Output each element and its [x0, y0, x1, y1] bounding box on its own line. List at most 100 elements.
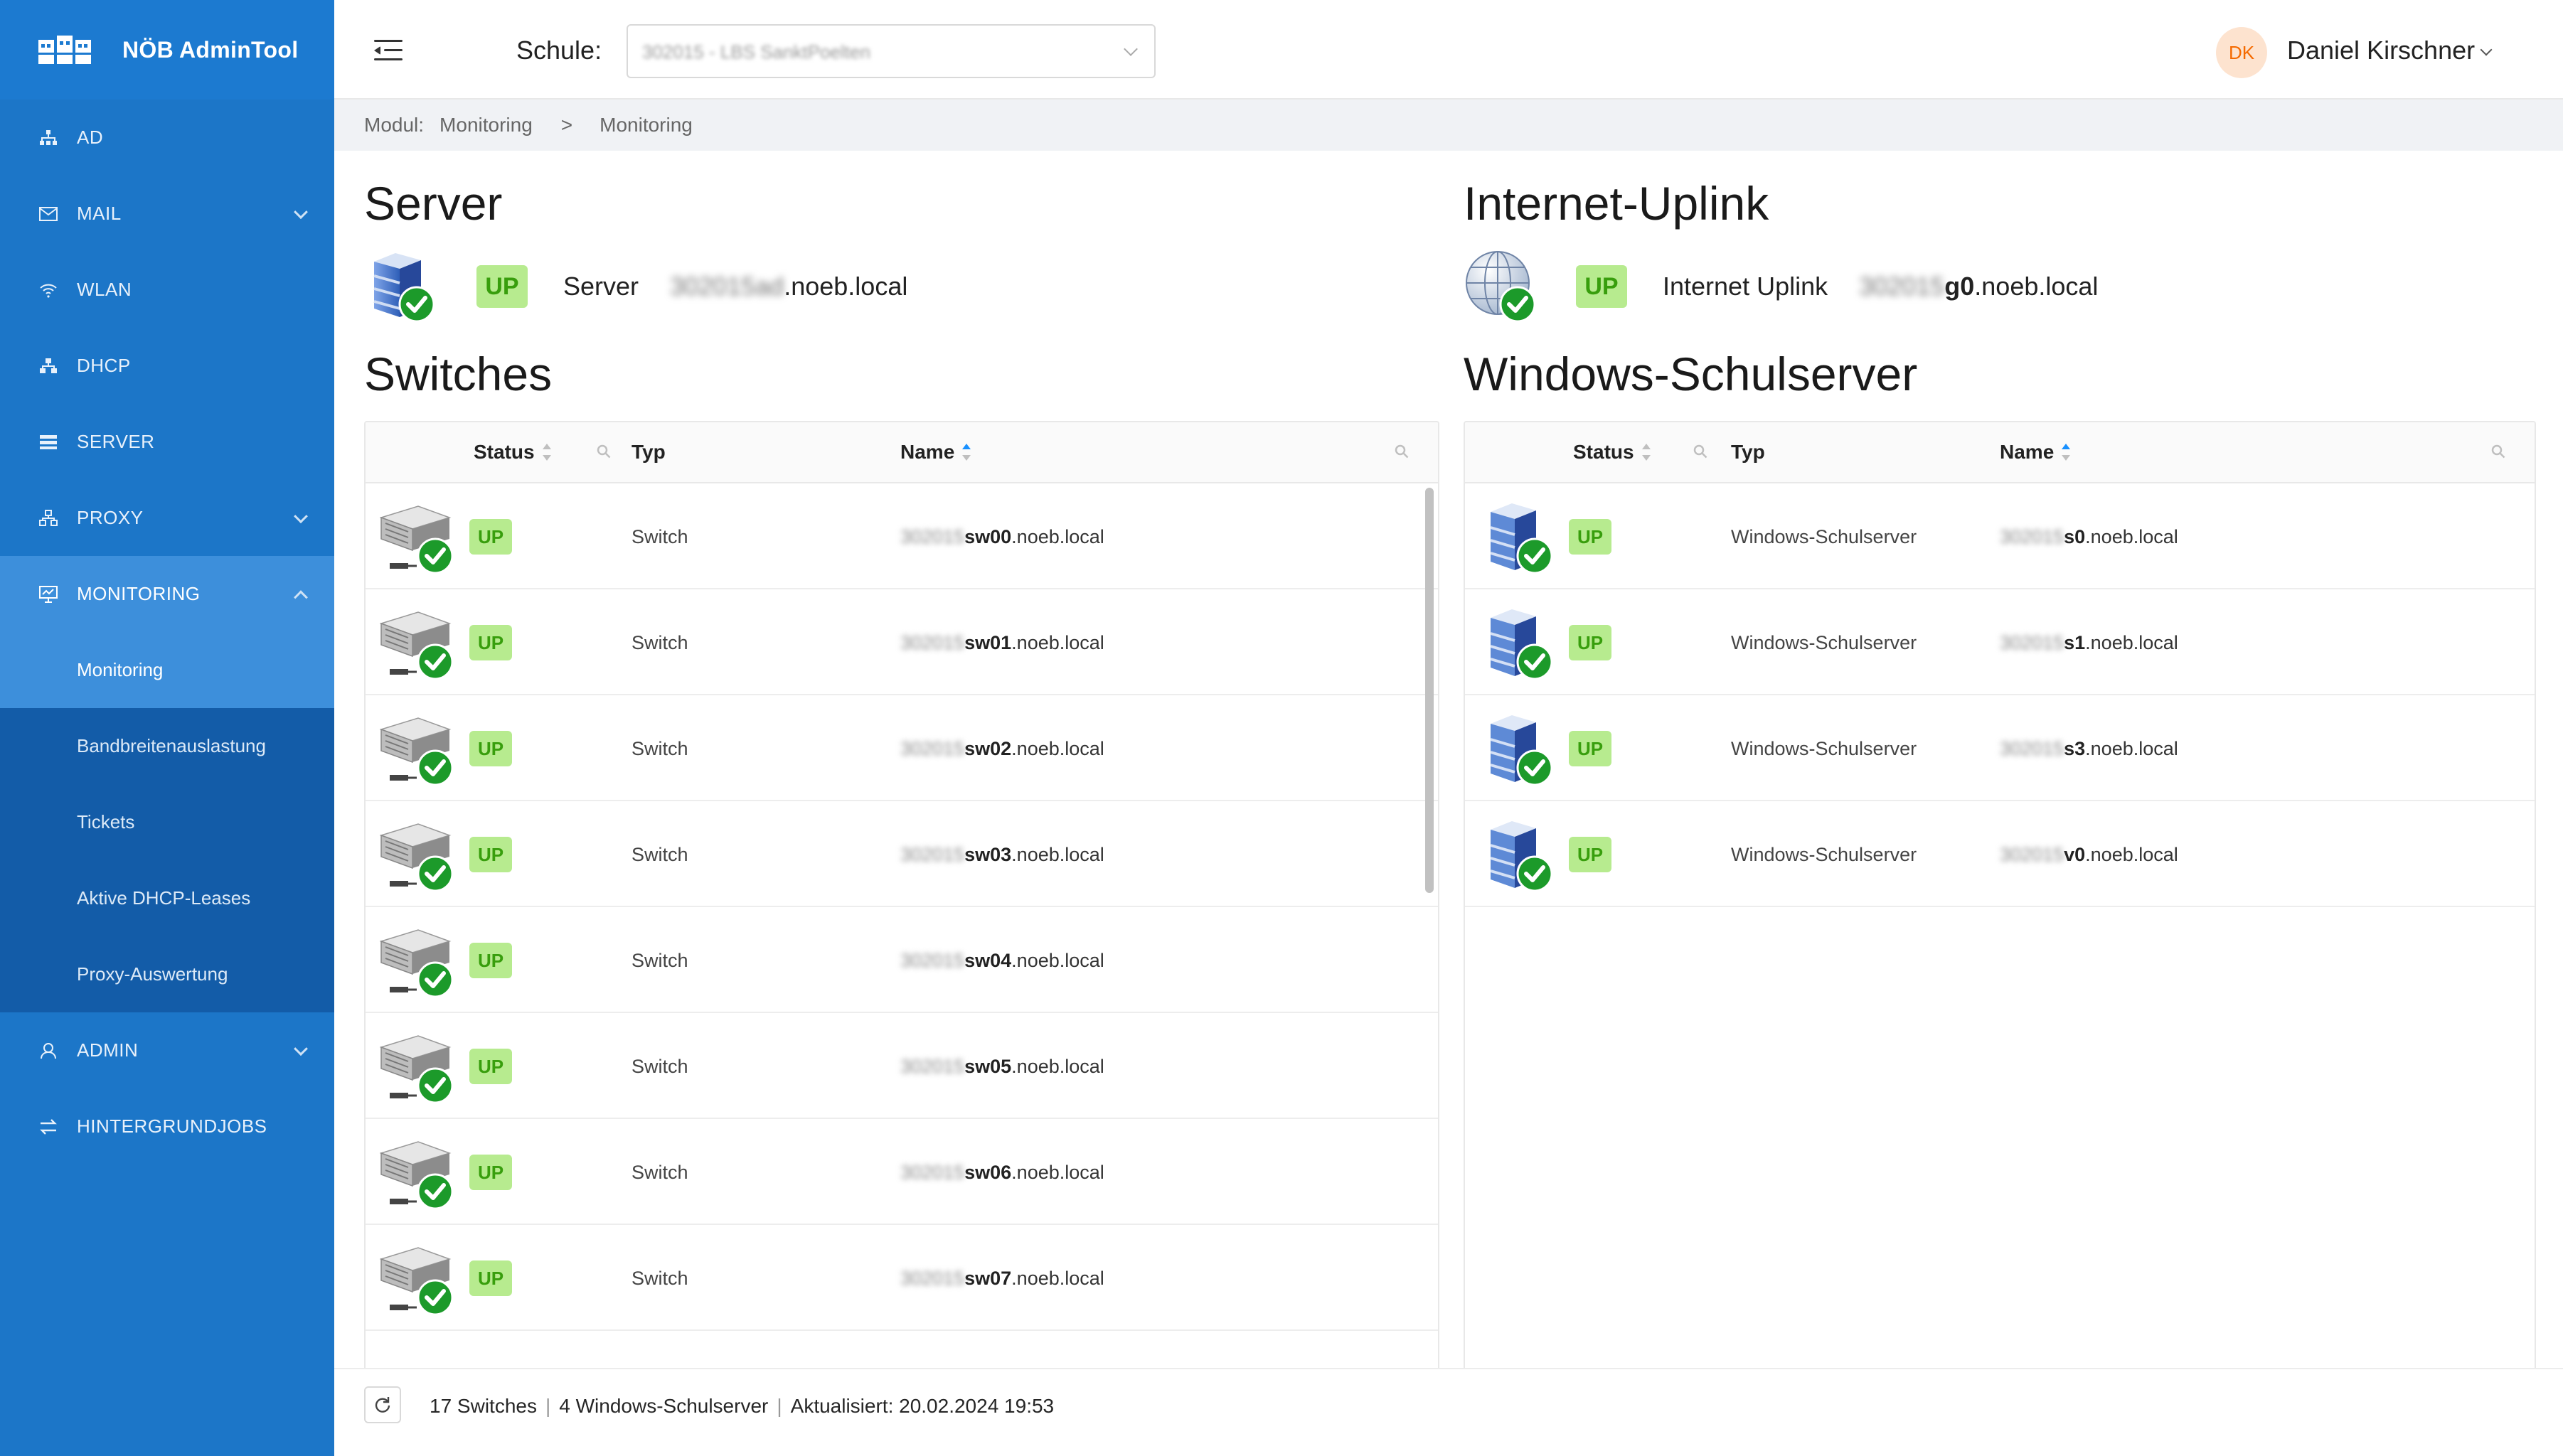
table-row[interactable]: UP Windows-Schulserver 302015s3.noeb.local	[1465, 695, 2535, 801]
row-typ: Windows-Schulserver	[1731, 738, 1917, 759]
monitor-icon	[38, 584, 58, 604]
table-row[interactable]: UP Switch 302015sw07.noeb.local	[366, 1225, 1438, 1331]
status-badge: UP	[1569, 731, 1611, 766]
nav-item-wlan[interactable]: WLAN	[0, 252, 334, 328]
nav-item-hintergrundjobs[interactable]: HINTERGRUNDJOBS	[0, 1088, 334, 1165]
mail-icon	[38, 204, 58, 224]
status-badge: UP	[469, 625, 512, 660]
row-name: 302015v0.noeb.local	[2000, 844, 2178, 866]
uplink-host-suffix: g0	[1944, 272, 1975, 301]
row-name-suffix: sw04	[964, 950, 1012, 971]
user-name[interactable]: Daniel Kirschner	[2287, 36, 2475, 65]
row-name: 302015s1.noeb.local	[2000, 632, 2178, 654]
school-select-value: 302015 - LBS SanktPoelten	[642, 41, 870, 63]
menu-fold-icon[interactable]	[374, 40, 403, 61]
sort-ascending-icon[interactable]	[961, 443, 971, 461]
table-row[interactable]: UP Switch 302015sw03.noeb.local	[366, 801, 1438, 907]
server-icon	[38, 432, 58, 452]
chevron-down-icon[interactable]	[2480, 43, 2493, 56]
table-row[interactable]: UP Switch 302015sw02.noeb.local	[366, 695, 1438, 801]
nav-item-monitoring[interactable]: MONITORING	[0, 556, 334, 632]
search-icon[interactable]	[1394, 444, 1410, 459]
uplink-section-title: Internet-Uplink	[1464, 177, 1769, 230]
column-name[interactable]: Name	[900, 441, 971, 464]
nav-label-monitoring: MONITORING	[77, 583, 201, 604]
row-name-domain: .noeb.local	[1011, 632, 1104, 653]
table-row[interactable]: UP Switch 302015sw04.noeb.local	[366, 907, 1438, 1013]
nav-label-admin: ADMIN	[77, 1039, 139, 1061]
windows-section-title: Windows-Schulserver	[1464, 348, 1918, 400]
column-name-label: Name	[900, 441, 955, 463]
nav-item-server[interactable]: SERVER	[0, 404, 334, 480]
row-name-prefix: 302015	[900, 1162, 965, 1183]
sub-item-proxy-auswertung[interactable]: Proxy-Auswertung	[0, 936, 334, 1012]
sort-ascending-icon[interactable]	[2061, 443, 2071, 461]
nav-item-dhcp[interactable]: DHCP	[0, 328, 334, 404]
nav-item-proxy[interactable]: PROXY	[0, 480, 334, 556]
search-icon[interactable]	[2490, 444, 2506, 459]
row-name-suffix: sw03	[964, 844, 1012, 865]
app-logo-icon	[38, 36, 91, 64]
table-row[interactable]: UP Windows-Schulserver 302015s0.noeb.local	[1465, 483, 2535, 589]
search-icon[interactable]	[1693, 444, 1708, 459]
sub-item-bandbreitenauslastung[interactable]: Bandbreitenauslastung	[0, 708, 334, 784]
windows-table: Status Typ Name UP Windows-Schulserver 302…	[1464, 421, 2536, 1456]
row-name-prefix: 302015	[2000, 844, 2064, 865]
row-typ: Switch	[632, 1268, 688, 1289]
chevron-down-icon	[1124, 42, 1138, 56]
row-typ: Switch	[632, 526, 688, 547]
breadcrumb-level1[interactable]: Monitoring	[439, 114, 533, 136]
server-section-title: Server	[364, 177, 503, 230]
avatar[interactable]: DK	[2216, 27, 2267, 78]
column-status[interactable]: Status	[474, 441, 552, 464]
column-typ[interactable]: Typ	[1731, 441, 1765, 464]
brand[interactable]: NÖB AdminTool	[0, 0, 334, 100]
table-row[interactable]: UP Switch 302015sw01.noeb.local	[366, 589, 1438, 695]
sort-icon[interactable]	[542, 443, 552, 461]
row-name-prefix: 302015	[900, 526, 965, 547]
sub-item-dhcp-leases[interactable]: Aktive DHCP-Leases	[0, 860, 334, 936]
row-typ: Windows-Schulserver	[1731, 526, 1917, 547]
row-name-domain: .noeb.local	[2085, 632, 2178, 653]
row-typ: Switch	[632, 632, 688, 653]
nav-label-wlan: WLAN	[77, 279, 132, 300]
uplink-status-badge: UP	[1576, 265, 1627, 308]
row-typ: Switch	[632, 1162, 688, 1183]
table-row[interactable]: UP Switch 302015sw00.noeb.local	[366, 483, 1438, 589]
table-scrollbar[interactable]	[1425, 488, 1434, 893]
row-name-prefix: 302015	[2000, 632, 2064, 653]
nav-item-admin[interactable]: ADMIN	[0, 1012, 334, 1088]
server-status-row: UP Server 302015ad.noeb.local	[364, 247, 907, 326]
table-row[interactable]: UP Switch 302015sw05.noeb.local	[366, 1013, 1438, 1119]
column-typ[interactable]: Typ	[632, 441, 666, 464]
column-name[interactable]: Name	[2000, 441, 2071, 464]
sub-item-tickets[interactable]: Tickets	[0, 784, 334, 860]
sub-item-monitoring[interactable]: Monitoring	[0, 632, 334, 708]
windows-table-body: UP Windows-Schulserver 302015s0.noeb.local…	[1465, 483, 2535, 907]
breadcrumb: Modul: Monitoring > Monitoring	[334, 100, 2563, 151]
nav-label-proxy: PROXY	[77, 507, 144, 528]
row-name: 302015s0.noeb.local	[2000, 526, 2178, 548]
table-row[interactable]: UP Windows-Schulserver 302015s1.noeb.local	[1465, 589, 2535, 695]
row-name-suffix: sw01	[964, 632, 1012, 653]
status-badge: UP	[469, 519, 512, 555]
refresh-button[interactable]	[364, 1386, 401, 1423]
sort-icon[interactable]	[1641, 443, 1651, 461]
search-icon[interactable]	[596, 444, 612, 459]
uplink-label: Internet Uplink	[1663, 272, 1828, 301]
row-name: 302015sw06.noeb.local	[900, 1162, 1104, 1184]
row-typ: Switch	[632, 738, 688, 759]
table-row[interactable]: UP Switch 302015sw06.noeb.local	[366, 1119, 1438, 1225]
table-row[interactable]: UP Windows-Schulserver 302015v0.noeb.local	[1465, 801, 2535, 907]
switch-ok-icon	[379, 717, 454, 786]
footer-summary: 17 Switches | 4 Windows-Schulserver | Aktual…	[430, 1395, 1054, 1418]
nav-item-mail[interactable]: MAIL	[0, 176, 334, 252]
row-name-domain: .noeb.local	[1011, 1056, 1104, 1077]
nav-item-ad[interactable]: AD	[0, 100, 334, 176]
column-status[interactable]: Status	[1573, 441, 1651, 464]
row-name: 302015sw02.noeb.local	[900, 738, 1104, 760]
school-select[interactable]: 302015 - LBS SanktPoelten	[627, 24, 1156, 78]
row-name: 302015s3.noeb.local	[2000, 738, 2178, 760]
chevron-down-icon	[294, 508, 308, 523]
nav-label-dhcp: DHCP	[77, 355, 131, 376]
